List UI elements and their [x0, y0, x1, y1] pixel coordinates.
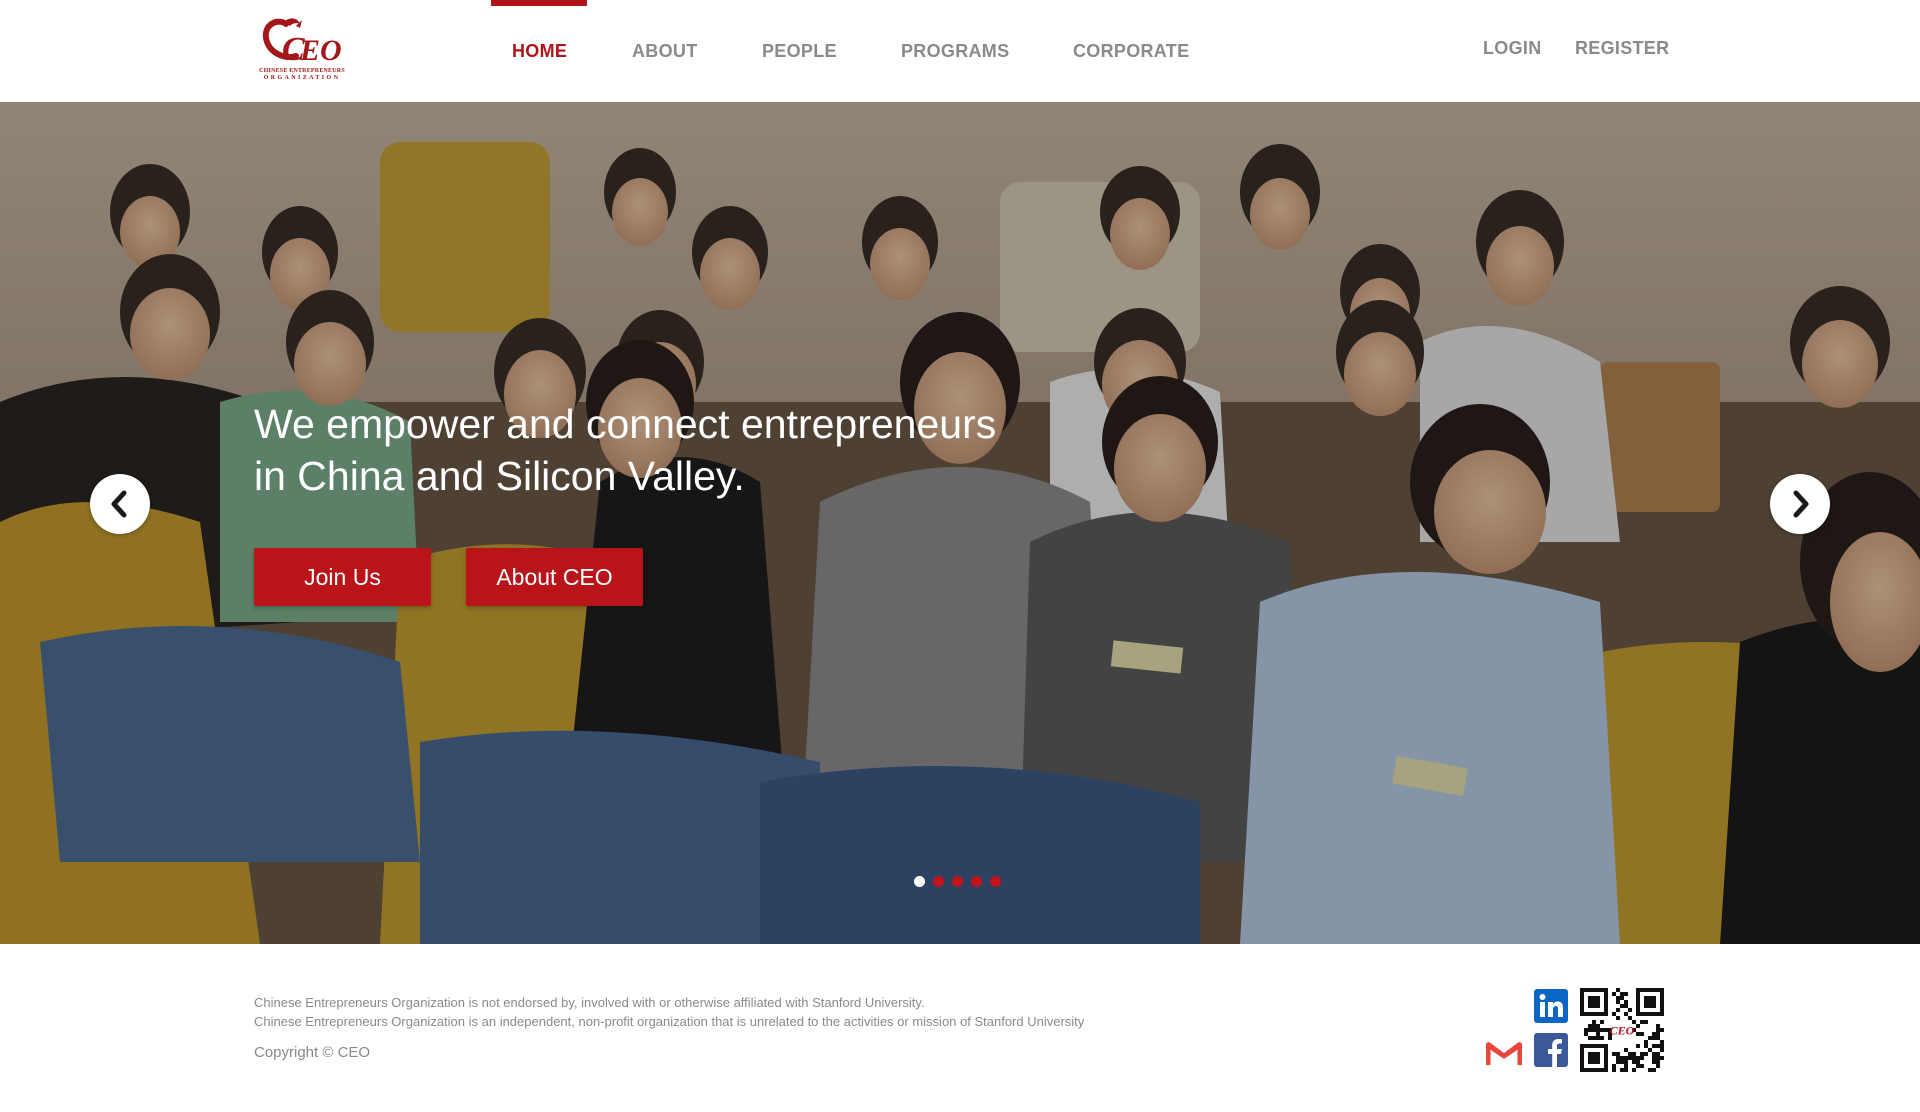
carousel-dot-4[interactable] [971, 876, 982, 887]
about-ceo-button[interactable]: About CEO [466, 548, 643, 606]
carousel-dot-3[interactable] [952, 876, 963, 887]
copyright-text: Copyright © CEO [254, 1044, 371, 1061]
chevron-right-icon [1793, 490, 1809, 518]
join-us-button[interactable]: Join Us [254, 548, 431, 606]
facebook-icon [1534, 1033, 1568, 1067]
carousel-prev-button[interactable] [90, 474, 150, 534]
ceo-logo[interactable]: C EO CHINESE ENTREPRENEURS ORGANIZATION [256, 16, 348, 86]
nav-about[interactable]: ABOUT [632, 0, 698, 102]
hero-headline: We empower and connect entrepreneurs in … [254, 398, 1114, 502]
nav-home[interactable]: HOME [512, 0, 567, 102]
carousel-next-button[interactable] [1770, 474, 1830, 534]
nav-programs[interactable]: PROGRAMS [901, 0, 1009, 102]
login-link[interactable]: LOGIN [1483, 38, 1542, 59]
qr-code-icon: CEO [1580, 988, 1664, 1072]
facebook-link[interactable] [1534, 1033, 1568, 1072]
linkedin-icon [1534, 989, 1568, 1023]
logo-subtext-line1: CHINESE ENTREPRENEURS [259, 68, 345, 74]
wechat-qr-code: CEO [1580, 988, 1664, 1072]
gmail-icon [1485, 1041, 1523, 1065]
logo-subtext-line2: ORGANIZATION [263, 75, 341, 81]
register-link[interactable]: REGISTER [1575, 38, 1669, 59]
ceo-logo-mark: C EO [262, 18, 342, 68]
hero-headline-line2: in China and Silicon Valley. [254, 453, 745, 499]
carousel-indicators [914, 876, 1001, 887]
stanford-disclaimer-2: Chinese Entrepreneurs Organization is an… [254, 1014, 1085, 1029]
svg-text:CEO: CEO [1610, 1023, 1635, 1037]
logo-subtext: CHINESE ENTREPRENEURS ORGANIZATION [258, 68, 346, 82]
stanford-disclaimer-1: Chinese Entrepreneurs Organization is no… [254, 995, 925, 1010]
site-header: C EO CHINESE ENTREPRENEURS ORGANIZATION … [0, 0, 1920, 103]
carousel-dot-2[interactable] [933, 876, 944, 887]
chevron-left-icon [111, 490, 127, 518]
hero-overlay [0, 102, 1920, 944]
nav-corporate[interactable]: CORPORATE [1073, 0, 1189, 102]
gmail-link[interactable] [1485, 1039, 1523, 1072]
site-footer: Chinese Entrepreneurs Organization is no… [0, 944, 1920, 1112]
svg-text:EO: EO [299, 34, 342, 67]
linkedin-link[interactable] [1534, 989, 1568, 1028]
hero-carousel: We empower and connect entrepreneurs in … [0, 102, 1920, 944]
carousel-dot-1[interactable] [914, 876, 925, 887]
carousel-dot-5[interactable] [990, 876, 1001, 887]
hero-headline-line1: We empower and connect entrepreneurs [254, 401, 997, 447]
nav-people[interactable]: PEOPLE [762, 0, 837, 102]
